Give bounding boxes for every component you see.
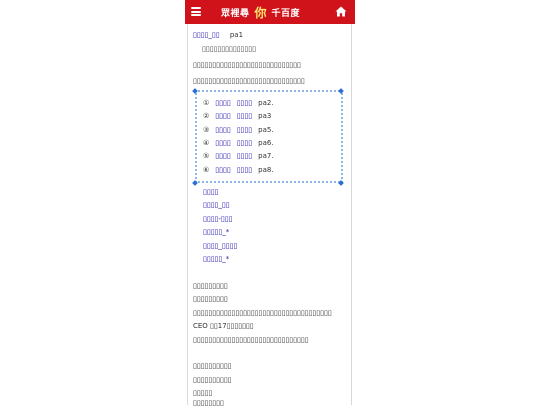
list-item: ⑤ ▯▯▯▯ ▯▯▯▯ pa7. [203,152,274,160]
related-link[interactable]: ▯▯▯▯▯_* [203,228,229,236]
list-item-link-a[interactable]: ▯▯▯▯ [215,112,230,120]
list-item: ③ ▯▯▯▯ ▯▯▯▯ pa5. [203,126,274,134]
logo-left-text: 眾裡尋 [221,8,250,19]
subtitle: ▯▯▯▯▯▯▯▯▯▯▯▯▯▯ [202,45,256,53]
site-logo[interactable]: 眾裡尋 你 千百度 [221,3,300,21]
text-row: ▯▯▯▯▯▯▯▯▯▯ [193,362,232,370]
list-item-link-b[interactable]: ▯▯▯▯ [237,166,252,174]
text-row: ▯▯▯▯▯▯▯▯▯▯▯▯▯▯▯▯▯▯▯▯▯▯▯▯▯▯▯▯▯▯▯▯▯▯▯▯ [193,309,332,317]
list-item-link-a[interactable]: ▯▯▯▯ [215,139,230,147]
list-item: ⑥ ▯▯▯▯ ▯▯▯▯ pa8. [203,166,274,174]
text-row: CEO ▯▯17▯▯▯▯▯▯▯ [193,322,254,330]
title-link[interactable]: ▯▯▯▯_▯▯ [193,31,220,39]
text-row: ▯▯▯▯▯▯▯▯▯▯▯▯▯▯▯▯▯▯▯▯▯▯▯▯▯▯▯▯▯▯ [193,336,309,344]
related-link[interactable]: ▯▯▯▯-▯▯▯ [203,215,233,223]
logo-right-text: 千百度 [271,8,301,19]
list-item-link-b[interactable]: ▯▯▯▯ [237,112,252,120]
list-item-link-b[interactable]: ▯▯▯▯ [237,139,252,147]
list-item: ② ▯▯▯▯ ▯▯▯▯ pa3 [203,112,272,120]
related-link[interactable]: ▯▯▯▯ [203,188,218,196]
related-link[interactable]: ▯▯▯▯_▯▯ [203,201,230,209]
list-item-page: pa3 [258,112,272,120]
list-item-link-b[interactable]: ▯▯▯▯ [237,152,252,160]
text-row: ▯▯▯▯▯▯▯▯▯ [193,282,228,290]
top-navigation-bar: 眾裡尋 你 千百度 [185,0,355,24]
title-page: pa1 [229,31,244,39]
related-link[interactable]: ▯▯▯▯▯_* [203,255,229,263]
list-item-link-a[interactable]: ▯▯▯▯ [215,99,230,107]
text-row: ▯▯▯▯▯▯▯▯▯▯ [193,376,232,384]
list-item-page: pa5. [258,126,274,134]
list-item-link-a[interactable]: ▯▯▯▯ [215,126,230,134]
menu-icon[interactable] [191,7,201,17]
list-item-page: pa7. [258,152,274,160]
list-item-page: pa6. [258,139,274,147]
home-icon[interactable] [335,6,347,17]
paragraph-2: ▯▯▯▯▯▯▯▯▯▯▯▯▯▯▯▯▯▯▯▯▯▯▯▯▯▯▯▯▯ [193,77,305,85]
title-row: ▯▯▯▯_▯▯ pa1 [193,31,243,39]
list-item-page: pa2. [258,99,274,107]
list-item-link-a[interactable]: ▯▯▯▯ [215,152,230,160]
list-item: ④ ▯▯▯▯ ▯▯▯▯ pa6. [203,139,274,147]
list-item-page: pa8. [258,166,274,174]
text-row: ▯▯▯▯▯▯▯▯▯ [193,295,228,303]
text-row: ▯▯▯▯▯ [193,389,213,397]
list-item-link-b[interactable]: ▯▯▯▯ [237,126,252,134]
logo-mid-text: 你 [254,5,267,20]
list-item: ① ▯▯▯▯ ▯▯▯▯ pa2. [203,99,274,107]
list-item-link-b[interactable]: ▯▯▯▯ [237,99,252,107]
related-link[interactable]: ▯▯▯▯_▯▯▯▯ [203,242,237,250]
paragraph-1: ▯▯▯▯▯▯▯▯▯▯▯▯▯▯▯▯▯▯▯▯▯▯▯▯▯▯▯▯ [193,61,301,69]
list-item-link-a[interactable]: ▯▯▯▯ [215,166,230,174]
text-row: ▯▯▯▯▯▯▯▯ [193,399,224,407]
